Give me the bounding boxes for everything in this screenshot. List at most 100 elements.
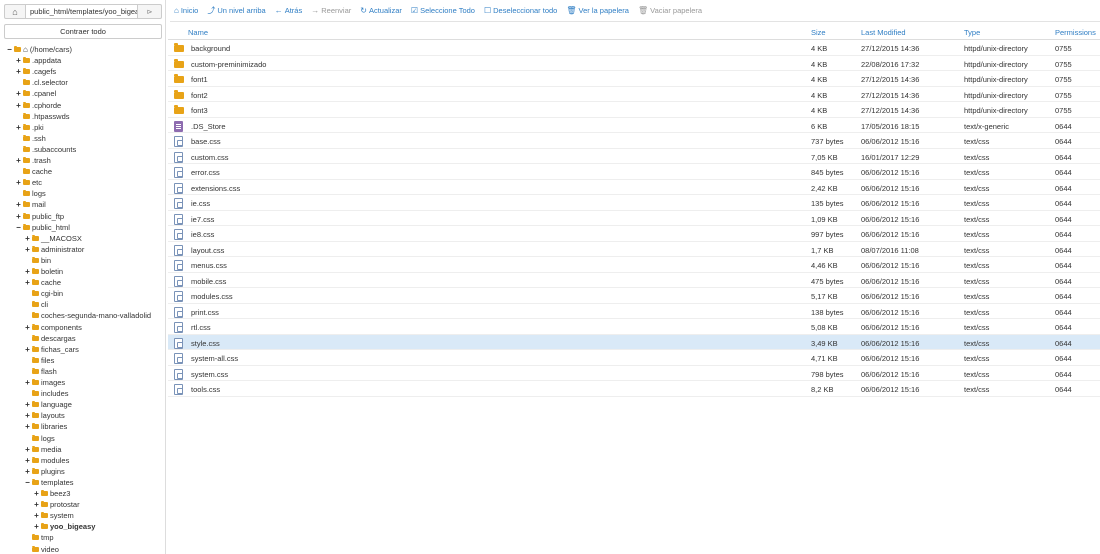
tree-item[interactable]: + .trash: [15, 155, 51, 166]
tree-item[interactable]: + .cagefs: [15, 66, 56, 77]
tree-item[interactable]: + .appdata: [15, 55, 61, 66]
tree-item[interactable]: + .cpanel: [15, 88, 56, 99]
table-row[interactable]: ie8.css 997 bytes 06/06/2012 15:16 text/css…: [168, 226, 1100, 242]
expand-icon[interactable]: +: [24, 233, 31, 244]
tree-item[interactable]: cache: [15, 166, 52, 177]
cell-name[interactable]: ie.css: [191, 199, 210, 208]
tree-item[interactable]: + layouts: [24, 410, 65, 421]
expand-icon[interactable]: +: [15, 177, 22, 188]
expand-icon[interactable]: +: [33, 488, 40, 499]
tree-item[interactable]: + boletin: [24, 266, 63, 277]
check-square-button[interactable]: ☑ Seleccione Todo: [411, 6, 475, 15]
table-row[interactable]: ie7.css 1,09 KB 06/06/2012 15:16 text/css 06…: [168, 211, 1100, 226]
table-row[interactable]: font3 4 KB 27/12/2015 14:36 httpd/unix-dire…: [168, 102, 1100, 118]
arrow-right-button[interactable]: → Reenviar: [311, 6, 351, 15]
expand-icon[interactable]: +: [15, 211, 22, 222]
trash-empty-button[interactable]: 🗑 Vaciar papelera: [638, 6, 702, 15]
tree-item[interactable]: + fichas_cars: [24, 344, 79, 355]
tree-item[interactable]: + libraries: [24, 421, 67, 432]
cell-name[interactable]: error.css: [191, 168, 220, 177]
expand-icon[interactable]: +: [15, 155, 22, 166]
tree-item[interactable]: logs: [15, 188, 46, 199]
cell-name[interactable]: font1: [191, 75, 208, 84]
tree-item[interactable]: + beez3: [33, 488, 70, 499]
tree-item[interactable]: + plugins: [24, 466, 65, 477]
cell-name[interactable]: font3: [191, 106, 208, 115]
header-last-modified[interactable]: Last Modified: [861, 28, 906, 37]
expand-icon[interactable]: +: [15, 66, 22, 77]
header-size[interactable]: Size: [811, 28, 826, 37]
tree-item[interactable]: + etc: [15, 177, 42, 188]
table-row[interactable]: system.css 798 bytes 06/06/2012 15:16 text/…: [168, 366, 1100, 381]
header-permissions[interactable]: Permissions: [1055, 28, 1096, 37]
collapse-icon[interactable]: −: [6, 44, 13, 55]
table-row[interactable]: ie.css 135 bytes 06/06/2012 15:16 text/css 0…: [168, 195, 1100, 211]
expand-icon[interactable]: +: [24, 410, 31, 421]
tree-item[interactable]: + administrator: [24, 244, 84, 255]
tree-item[interactable]: + cache: [24, 277, 61, 288]
header-name[interactable]: Name: [188, 28, 208, 37]
cell-name[interactable]: font2: [191, 91, 208, 100]
expand-icon[interactable]: +: [24, 444, 31, 455]
cell-name[interactable]: rtl.css: [191, 323, 211, 332]
tree-item[interactable]: + .cphorde: [15, 100, 61, 111]
table-row[interactable]: modules.css 5,17 KB 06/06/2012 15:16 text/c…: [168, 288, 1100, 304]
table-row[interactable]: custom.css 7,05 KB 16/01/2017 12:29 text/cs…: [168, 149, 1100, 164]
expand-icon[interactable]: +: [15, 100, 22, 111]
trash-button[interactable]: 🗑 Ver la papelera: [566, 6, 629, 15]
go-button[interactable]: ⊳: [138, 4, 162, 19]
cell-name[interactable]: system.css: [191, 370, 228, 379]
expand-icon[interactable]: +: [33, 521, 40, 532]
tree-item[interactable]: cli: [24, 299, 48, 310]
table-row[interactable]: mobile.css 475 bytes 06/06/2012 15:16 text/…: [168, 273, 1100, 288]
tree-item[interactable]: bin: [24, 255, 51, 266]
cell-name[interactable]: ie8.css: [191, 230, 214, 239]
home-button[interactable]: ⌂ Inicio: [174, 6, 198, 15]
tree-item[interactable]: files: [24, 355, 54, 366]
expand-icon[interactable]: +: [24, 244, 31, 255]
table-row[interactable]: background 4 KB 27/12/2015 14:36 httpd/unix…: [168, 40, 1100, 56]
cell-name[interactable]: style.css: [191, 339, 220, 348]
arrow-left-button[interactable]: ← Atrás: [275, 6, 303, 15]
header-type[interactable]: Type: [964, 28, 980, 37]
cell-name[interactable]: ie7.css: [191, 215, 214, 224]
tree-item[interactable]: .cl.selector: [15, 77, 68, 88]
cell-name[interactable]: .DS_Store: [191, 122, 226, 131]
tree-item[interactable]: + components: [24, 322, 82, 333]
expand-icon[interactable]: +: [24, 266, 31, 277]
table-row[interactable]: style.css 3,49 KB 06/06/2012 15:16 text/css…: [168, 334, 1100, 350]
tree-item[interactable]: − templates: [24, 477, 73, 488]
table-row[interactable]: custom-preminimizado 4 KB 22/08/2016 17:32…: [168, 56, 1100, 71]
expand-icon[interactable]: +: [24, 466, 31, 477]
expand-icon[interactable]: +: [24, 421, 31, 432]
table-row[interactable]: font1 4 KB 27/12/2015 14:36 httpd/unix-dire…: [168, 71, 1100, 87]
tree-item[interactable]: cgi-bin: [24, 288, 63, 299]
tree-item[interactable]: flash: [24, 366, 57, 377]
expand-icon[interactable]: +: [33, 499, 40, 510]
expand-icon[interactable]: +: [15, 88, 22, 99]
tree-item[interactable]: .ssh: [15, 133, 46, 144]
cell-name[interactable]: background: [191, 44, 230, 53]
cell-name[interactable]: tools.css: [191, 385, 220, 394]
expand-icon[interactable]: +: [15, 199, 22, 210]
expand-icon[interactable]: +: [24, 455, 31, 466]
tree-item[interactable]: logs: [24, 433, 55, 444]
tree-item[interactable]: + .pki: [15, 122, 44, 133]
home-button[interactable]: ⌂: [4, 4, 26, 19]
cell-name[interactable]: menus.css: [191, 261, 227, 270]
tree-item[interactable]: descargas: [24, 333, 76, 344]
tree-item[interactable]: + yoo_bigeasy: [33, 521, 95, 532]
tree-item[interactable]: .subaccounts: [15, 144, 76, 155]
collapse-all-button[interactable]: Contraer todo: [4, 24, 162, 39]
expand-icon[interactable]: +: [24, 377, 31, 388]
table-row[interactable]: extensions.css 2,42 KB 06/06/2012 15:16 tex…: [168, 180, 1100, 195]
cell-name[interactable]: system-all.css: [191, 354, 238, 363]
table-row[interactable]: base.css 737 bytes 06/06/2012 15:16 text/cs…: [168, 133, 1100, 149]
collapse-icon[interactable]: −: [24, 477, 31, 488]
table-row[interactable]: system-all.css 4,71 KB 06/06/2012 15:16 tex…: [168, 350, 1100, 366]
tree-item[interactable]: + system: [33, 510, 74, 521]
table-row[interactable]: print.css 138 bytes 06/06/2012 15:16 text/c…: [168, 304, 1100, 319]
expand-icon[interactable]: +: [15, 55, 22, 66]
expand-icon[interactable]: +: [24, 344, 31, 355]
table-row[interactable]: rtl.css 5,08 KB 06/06/2012 15:16 text/css 06…: [168, 319, 1100, 335]
